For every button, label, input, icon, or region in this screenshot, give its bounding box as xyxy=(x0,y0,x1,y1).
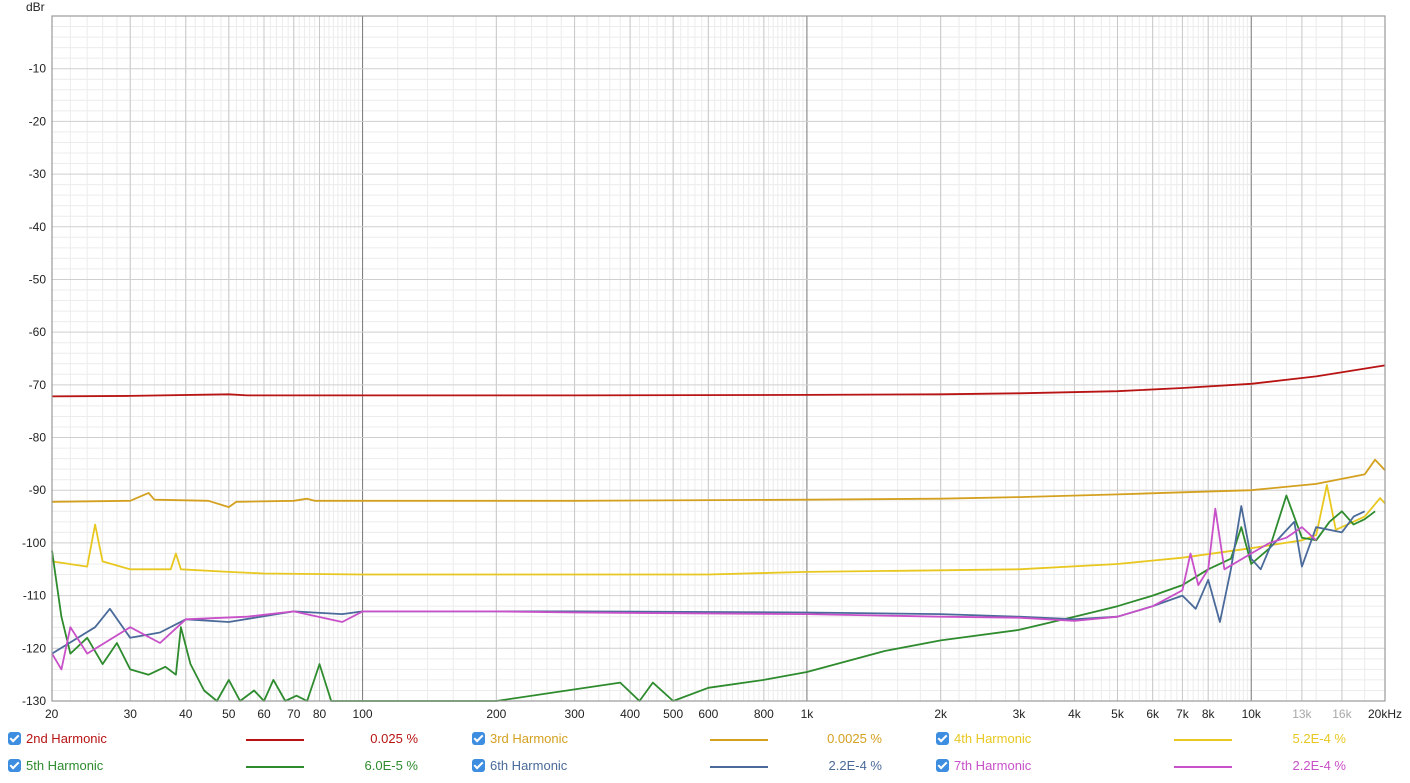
x-tick-label: 40 xyxy=(179,707,193,721)
y-tick-label: -100 xyxy=(22,536,46,550)
x-tick-label: 500 xyxy=(663,707,683,721)
x-tick-label: 2k xyxy=(934,707,948,721)
y-tick-labels: -10 -20 -30 -40 -50 -60 -70 -80 -90 -100 -110 -120 -… xyxy=(22,62,46,708)
legend-swatch xyxy=(710,739,768,741)
legend-item: 4th Harmonic 5.2E-4 % xyxy=(936,730,1396,750)
x-tick-label: 800 xyxy=(754,707,774,721)
legend-checkbox[interactable] xyxy=(8,759,21,772)
y-tick-label: -20 xyxy=(29,114,47,128)
y-tick-label: -50 xyxy=(29,272,47,286)
legend-checkbox[interactable] xyxy=(936,759,949,772)
y-axis-label: dBr xyxy=(26,0,45,14)
x-tick-label: 30 xyxy=(124,707,138,721)
legend-item: 5th Harmonic 6.0E-5 % xyxy=(8,757,468,777)
y-tick-label: -70 xyxy=(29,378,47,392)
y-tick-label: -60 xyxy=(29,325,47,339)
y-tick-label: -120 xyxy=(22,641,46,655)
x-tick-label: 300 xyxy=(565,707,585,721)
legend-value: 2.2E-4 % xyxy=(1292,758,1346,773)
legend: 2nd Harmonic 0.025 % 3rd Harmonic 0.0025 % 4… xyxy=(0,727,1410,783)
x-tick-label: 80 xyxy=(313,707,327,721)
x-tick-label: 8k xyxy=(1202,707,1216,721)
x-end-label: 20kHz xyxy=(1368,707,1402,721)
legend-item: 7th Harmonic 2.2E-4 % xyxy=(936,757,1396,777)
x-tick-label: 5k xyxy=(1111,707,1125,721)
legend-item: 3rd Harmonic 0.0025 % xyxy=(472,730,932,750)
x-tick-label: 4k xyxy=(1068,707,1082,721)
legend-label: 2nd Harmonic xyxy=(26,731,107,746)
x-tick-label: 6k xyxy=(1146,707,1160,721)
y-tick-label: -80 xyxy=(29,431,47,445)
legend-label: 4th Harmonic xyxy=(954,731,1032,746)
legend-checkbox[interactable] xyxy=(472,732,485,745)
legend-label: 6th Harmonic xyxy=(490,758,568,773)
y-tick-label: -90 xyxy=(29,483,47,497)
legend-value: 5.2E-4 % xyxy=(1292,731,1346,746)
x-tick-label: 1k xyxy=(801,707,815,721)
x-tick-label: 100 xyxy=(353,707,373,721)
legend-label: 7th Harmonic xyxy=(954,758,1032,773)
x-tick-label: 20 xyxy=(45,707,59,721)
legend-swatch xyxy=(710,766,768,768)
x-tick-label: 70 xyxy=(287,707,301,721)
x-tick-label: 10k xyxy=(1242,707,1262,721)
legend-checkbox[interactable] xyxy=(936,732,949,745)
x-tick-label: 600 xyxy=(698,707,718,721)
harmonic-distortion-plot: -10 -20 -30 -40 -50 -60 -70 -80 -90 -100 -110 -120 -… xyxy=(22,0,1402,721)
legend-label: 3rd Harmonic xyxy=(490,731,569,746)
y-tick-label: -10 xyxy=(29,62,47,76)
y-tick-label: -40 xyxy=(29,220,47,234)
legend-swatch xyxy=(246,739,304,741)
legend-value: 0.025 % xyxy=(370,731,418,746)
x-tick-label: 50 xyxy=(222,707,236,721)
legend-value: 2.2E-4 % xyxy=(828,758,882,773)
x-tick-labels: 20 30 40 50 60 70 80 100 200 300 400 500 600 800 1k 2k 3… xyxy=(45,707,1402,721)
legend-checkbox[interactable] xyxy=(472,759,485,772)
legend-checkbox[interactable] xyxy=(8,732,21,745)
legend-value: 6.0E-5 % xyxy=(364,758,418,773)
legend-value: 0.0025 % xyxy=(827,731,882,746)
legend-label: 5th Harmonic xyxy=(26,758,104,773)
legend-swatch xyxy=(1174,766,1232,768)
legend-item: 2nd Harmonic 0.025 % xyxy=(8,730,468,750)
x-tick-label-faded: 16k xyxy=(1332,707,1352,721)
y-tick-label: -30 xyxy=(29,167,47,181)
y-tick-label: -130 xyxy=(22,694,46,708)
y-tick-label: -110 xyxy=(23,589,46,603)
x-tick-label: 7k xyxy=(1176,707,1190,721)
x-tick-label: 60 xyxy=(257,707,271,721)
x-tick-label: 3k xyxy=(1013,707,1027,721)
legend-item: 6th Harmonic 2.2E-4 % xyxy=(472,757,932,777)
x-tick-label-faded: 13k xyxy=(1292,707,1312,721)
legend-swatch xyxy=(1174,739,1232,741)
x-tick-label: 400 xyxy=(620,707,640,721)
x-tick-label: 200 xyxy=(486,707,506,721)
legend-swatch xyxy=(246,766,304,768)
